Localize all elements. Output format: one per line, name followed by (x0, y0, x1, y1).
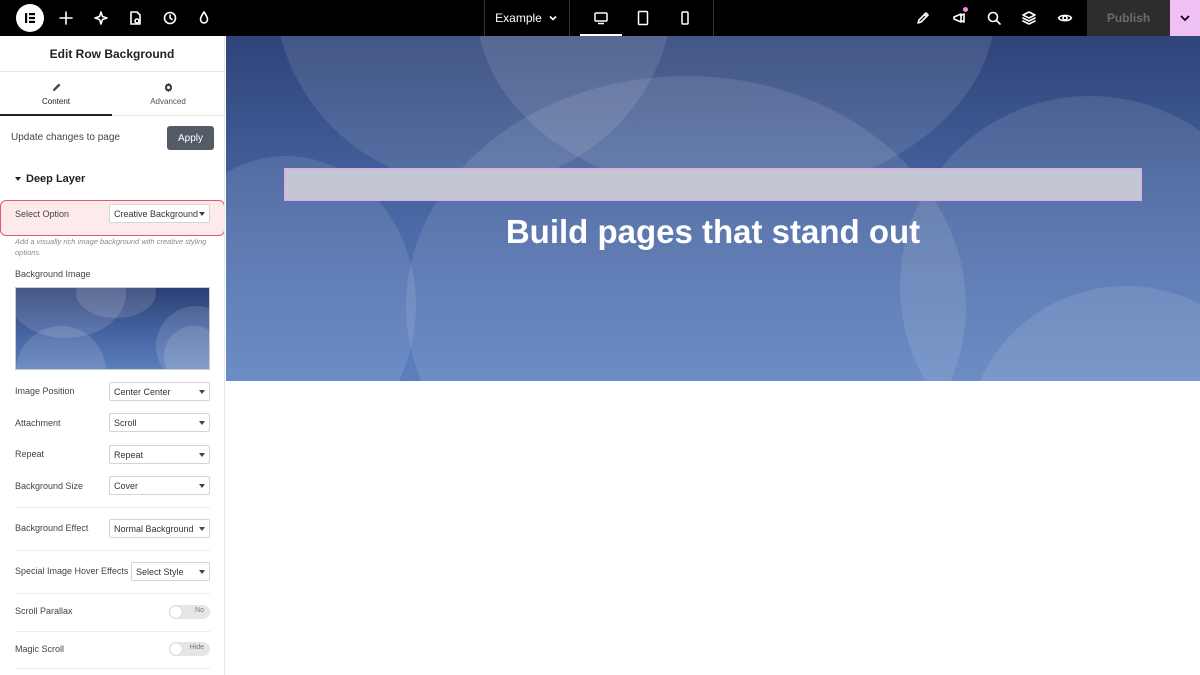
empty-widget-placeholder[interactable] (284, 168, 1142, 201)
panel-tabs: Content Advanced (0, 72, 224, 116)
magic-scroll-label: Magic Scroll (15, 644, 65, 654)
background-size-value: Cover (114, 480, 139, 491)
repeat-label: Repeat (15, 449, 45, 459)
tablet-icon (637, 10, 649, 26)
caret-down-icon (199, 390, 205, 394)
scroll-parallax-label: Scroll Parallax (15, 606, 73, 616)
add-icon[interactable] (57, 9, 75, 27)
caret-down-icon (199, 212, 205, 216)
magic-scroll-toggle[interactable]: Hide (169, 642, 210, 656)
background-effect-label: Background Effect (15, 523, 89, 533)
hover-effects-value: Select Style (136, 566, 184, 577)
device-tablet-button[interactable] (622, 0, 664, 36)
gear-icon (164, 82, 172, 92)
scroll-parallax-state: No (195, 607, 204, 614)
update-row: Update changes to page Apply (0, 126, 224, 150)
hero-title[interactable]: Build pages that stand out (226, 213, 1200, 251)
toggle-knob (170, 643, 182, 655)
background-size-label: Background Size (15, 481, 84, 491)
notification-dot (963, 7, 968, 12)
document-name-dropdown[interactable]: Example (484, 0, 570, 36)
search-icon[interactable] (985, 9, 1003, 27)
toggle-knob (170, 606, 182, 618)
attachment-label: Attachment (15, 418, 61, 428)
image-position-value: Center Center (114, 386, 171, 397)
select-option-value: Creative Background (114, 208, 198, 219)
background-image-label: Background Image (15, 269, 91, 279)
caret-down-icon (199, 570, 205, 574)
image-position-dropdown[interactable]: Center Center (109, 382, 210, 401)
caret-down-icon (199, 421, 205, 425)
hover-effects-label: Special Image Hover Effects (15, 566, 129, 576)
section-toggle-deep-layer[interactable]: Deep Layer (15, 173, 85, 185)
settings-panel: Edit Row Background Content Advanced Upd… (0, 36, 225, 675)
mobile-icon (681, 11, 689, 25)
pencil-icon (52, 83, 60, 91)
site-settings-icon[interactable] (914, 9, 932, 27)
section-title: Deep Layer (26, 173, 86, 185)
tab-content-label: Content (41, 96, 71, 106)
editor-canvas: Build pages that stand out (226, 36, 1200, 675)
divider (15, 593, 210, 594)
attachment-value: Scroll (114, 417, 137, 428)
background-effect-dropdown[interactable]: Normal Background (109, 519, 210, 538)
select-option-dropdown[interactable]: Creative Background (109, 204, 210, 223)
background-effect-value: Normal Background (114, 523, 194, 534)
repeat-value: Repeat (114, 449, 144, 460)
hover-effects-dropdown[interactable]: Select Style (131, 562, 210, 581)
device-mobile-button[interactable] (664, 0, 706, 36)
editor-topbar: Example Publish (0, 0, 1200, 36)
image-position-label: Image Position (15, 386, 75, 396)
background-size-dropdown[interactable]: Cover (109, 476, 210, 495)
theme-icon[interactable] (195, 9, 213, 27)
scroll-parallax-toggle[interactable]: No (169, 605, 210, 619)
helper-text: Add a visually rich image background wit… (15, 237, 207, 257)
attachment-dropdown[interactable]: Scroll (109, 413, 210, 432)
divider (15, 550, 210, 551)
publish-options-button[interactable] (1170, 0, 1200, 36)
background-image-preview[interactable] (15, 287, 210, 370)
caret-down-icon (199, 484, 205, 488)
tab-advanced[interactable]: Advanced (112, 72, 224, 115)
structure-icon[interactable] (1020, 9, 1038, 27)
preview-icon[interactable] (1056, 9, 1074, 27)
caret-down-icon (15, 177, 21, 181)
ai-sparkle-icon[interactable] (92, 9, 110, 27)
document-name: Example (495, 11, 542, 25)
magic-scroll-state: Hide (189, 644, 204, 651)
divider (15, 631, 210, 632)
chevron-down-icon (1180, 15, 1190, 22)
chevron-down-icon (549, 15, 557, 21)
repeat-dropdown[interactable]: Repeat (109, 445, 210, 464)
history-icon[interactable] (161, 9, 179, 27)
publish-button[interactable]: Publish (1087, 0, 1170, 36)
caret-down-icon (199, 453, 205, 457)
hero-section[interactable]: Build pages that stand out (226, 36, 1200, 381)
divider (15, 668, 210, 669)
select-option-label: Select Option (15, 209, 70, 219)
elementor-logo-icon[interactable] (16, 4, 44, 32)
apply-button[interactable]: Apply (167, 126, 214, 150)
tab-advanced-label: Advanced (150, 96, 186, 106)
tab-content[interactable]: Content (0, 72, 112, 116)
update-text: Update changes to page (11, 132, 120, 143)
device-desktop-button[interactable] (580, 0, 622, 36)
panel-title: Edit Row Background (0, 36, 224, 72)
caret-down-icon (199, 527, 205, 531)
divider (15, 507, 210, 508)
page-settings-icon[interactable] (126, 9, 144, 27)
desktop-icon (594, 12, 608, 25)
